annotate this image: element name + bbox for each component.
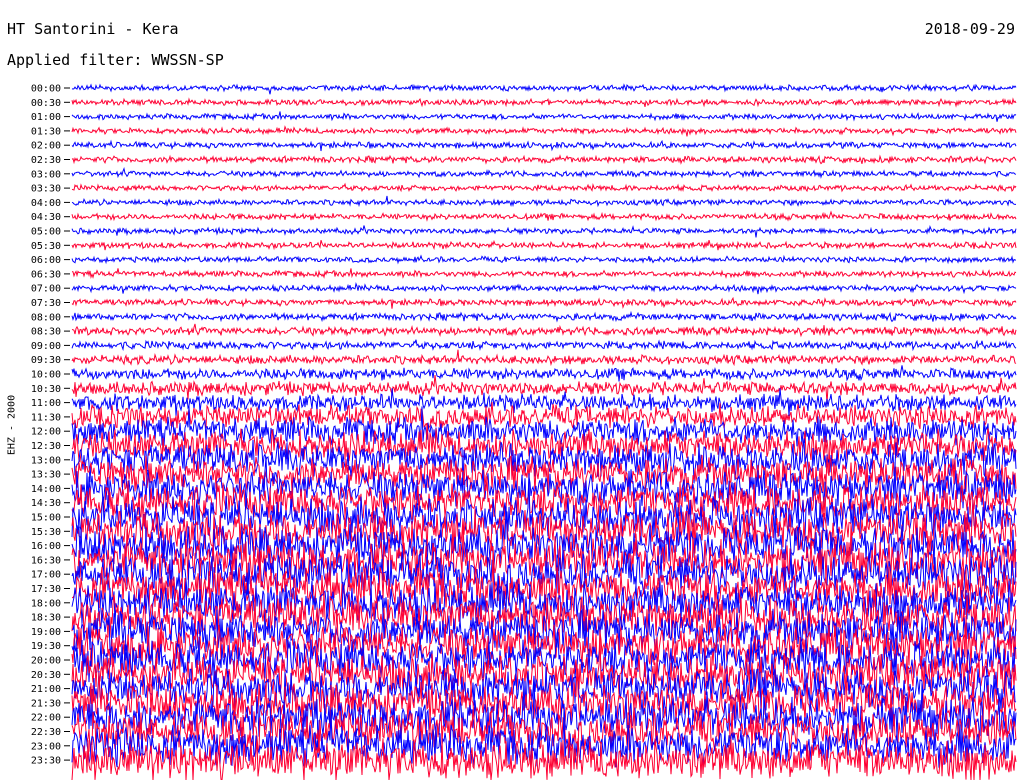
row-label: 19:30 bbox=[31, 641, 61, 652]
trace-0900 bbox=[71, 339, 1017, 352]
row-label: 23:00 bbox=[31, 741, 61, 752]
row-label: 16:30 bbox=[31, 555, 61, 566]
row-label: 01:00 bbox=[31, 112, 61, 123]
row-label: 03:00 bbox=[31, 169, 61, 180]
row-label: 14:30 bbox=[31, 498, 61, 509]
row-label: 13:30 bbox=[31, 470, 61, 481]
row-label: 09:30 bbox=[31, 355, 61, 366]
trace-0430 bbox=[71, 210, 1017, 222]
trace-0330 bbox=[71, 182, 1017, 193]
row-label: 11:30 bbox=[31, 412, 61, 423]
helicorder-plot: 00:00 00:30 01:00 01:30 02:00 02:30 03:00 03:30… bbox=[31, 83, 1017, 780]
row-label: 07:00 bbox=[31, 284, 61, 295]
row-label: 14:00 bbox=[31, 484, 61, 495]
trace-0930 bbox=[71, 349, 1017, 367]
trace-0300 bbox=[71, 167, 1017, 179]
row-label: 19:00 bbox=[31, 627, 61, 638]
trace-0100 bbox=[71, 111, 1017, 122]
row-label: 08:30 bbox=[31, 327, 61, 338]
row-label: 23:30 bbox=[31, 756, 61, 767]
row-label: 22:00 bbox=[31, 713, 61, 724]
trace-0400 bbox=[71, 195, 1016, 208]
traces bbox=[71, 83, 1017, 780]
row-label: 07:30 bbox=[31, 298, 61, 309]
row-label: 06:00 bbox=[31, 255, 61, 266]
row-label: 02:00 bbox=[31, 141, 61, 152]
trace-0500 bbox=[71, 225, 1017, 238]
row-label: 04:00 bbox=[31, 198, 61, 209]
trace-0230 bbox=[71, 154, 1017, 165]
row-label: 15:30 bbox=[31, 527, 61, 538]
row-label: 17:00 bbox=[31, 570, 61, 581]
row-label: 01:30 bbox=[31, 126, 61, 137]
row-label: 02:30 bbox=[31, 155, 61, 166]
trace-0700 bbox=[71, 282, 1017, 295]
row-label: 13:00 bbox=[31, 455, 61, 466]
row-label: 21:30 bbox=[31, 698, 61, 709]
row-label: 06:30 bbox=[31, 269, 61, 280]
row-label: 04:30 bbox=[31, 212, 61, 223]
row-label: 20:00 bbox=[31, 656, 61, 667]
row-label: 18:00 bbox=[31, 598, 61, 609]
row-label: 15:00 bbox=[31, 513, 61, 524]
row-label: 09:00 bbox=[31, 341, 61, 352]
trace-0000 bbox=[71, 83, 1017, 95]
trace-0800 bbox=[71, 310, 1017, 323]
row-label: 20:30 bbox=[31, 670, 61, 681]
trace-0130 bbox=[71, 125, 1017, 137]
row-label: 03:30 bbox=[31, 184, 61, 195]
trace-0200 bbox=[71, 139, 1017, 152]
row-label: 05:00 bbox=[31, 227, 61, 238]
trace-0830 bbox=[71, 323, 1017, 338]
row-label: 22:30 bbox=[31, 727, 61, 738]
row-label: 00:00 bbox=[31, 84, 61, 95]
row-label: 18:30 bbox=[31, 613, 61, 624]
row-label: 17:30 bbox=[31, 584, 61, 595]
trace-1000 bbox=[71, 365, 1017, 382]
trace-0530 bbox=[71, 239, 1017, 251]
row-label: 12:30 bbox=[31, 441, 61, 452]
row-label: 08:00 bbox=[31, 312, 61, 323]
row-label: 10:30 bbox=[31, 384, 61, 395]
trace-0030 bbox=[71, 97, 1017, 108]
trace-0600 bbox=[71, 254, 1017, 265]
row-label: 10:00 bbox=[31, 370, 61, 381]
trace-0630 bbox=[71, 268, 1017, 279]
row-label: 21:00 bbox=[31, 684, 61, 695]
row-label: 05:30 bbox=[31, 241, 61, 252]
row-label: 12:00 bbox=[31, 427, 61, 438]
row-label: 16:00 bbox=[31, 541, 61, 552]
row-label: 11:00 bbox=[31, 398, 61, 409]
row-label: 00:30 bbox=[31, 98, 61, 109]
trace-0730 bbox=[71, 296, 1017, 310]
row-labels: 00:00 00:30 01:00 01:30 02:00 02:30 03:00 03:30… bbox=[31, 84, 70, 767]
